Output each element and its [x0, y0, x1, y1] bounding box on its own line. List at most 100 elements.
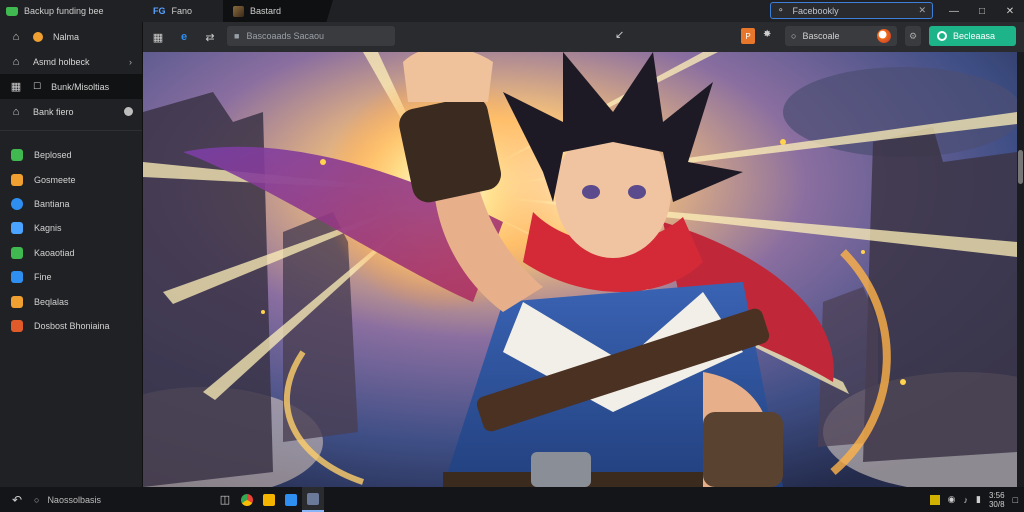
- minimize-icon[interactable]: —: [940, 0, 968, 22]
- app-logo-icon: [6, 6, 18, 16]
- scrollbar[interactable]: [1017, 52, 1024, 487]
- apps-grid-icon[interactable]: ▦: [147, 31, 169, 44]
- chrome-icon[interactable]: [236, 487, 258, 512]
- browser-icon[interactable]: e: [173, 31, 195, 43]
- clear-search-icon[interactable]: ✕: [918, 5, 926, 16]
- start-button-label: Becleaasa: [953, 31, 996, 41]
- lock-icon: ■: [234, 31, 240, 41]
- system-tray: ◉ ♪ ▮ 3:56 30/8 □: [929, 487, 1018, 512]
- game-icon: [11, 319, 23, 332]
- search-icon: ⚬: [777, 5, 785, 15]
- sidebar-item-library[interactable]: ⌂ Asmd holbeck ›: [0, 49, 142, 74]
- app-title-text: Backup funding bee: [24, 6, 104, 16]
- sidebar-game-item[interactable]: Bantiana: [0, 192, 142, 216]
- shuffle-icon[interactable]: ⇄: [199, 31, 221, 44]
- sidebar-game-item[interactable]: Fine: [0, 265, 142, 289]
- search-circle-icon: ○: [34, 494, 40, 505]
- game-label: Dosbost Bhoniaina: [34, 320, 110, 331]
- cursor-icon[interactable]: ↙: [615, 28, 624, 41]
- sidebar-game-item[interactable]: Kaoaotiad: [0, 241, 142, 265]
- game-icon: [11, 295, 23, 308]
- window-controls: — □ ✕: [940, 0, 1024, 22]
- chevron-right-icon: ›: [129, 56, 132, 67]
- sidebar-divider: [0, 130, 142, 131]
- sidebar-item-label: Asmd holbeck: [33, 56, 90, 67]
- game-thumb-icon: [233, 5, 244, 17]
- sidebar-item-home[interactable]: ⌂ Nalma: [0, 24, 142, 49]
- settings-icon[interactable]: ⚙: [905, 26, 921, 46]
- back-icon[interactable]: ↶: [6, 493, 28, 507]
- plugin-badge[interactable]: P: [741, 28, 755, 44]
- battery-icon[interactable]: ▮: [976, 494, 981, 505]
- game-label: Bantiana: [34, 198, 70, 209]
- library-icon: ⌂: [12, 55, 20, 68]
- account-dropdown[interactable]: ○ Bascoale: [785, 26, 897, 46]
- game-icon: [11, 246, 23, 259]
- avatar: [877, 29, 891, 43]
- scrollbar-thumb[interactable]: [1018, 150, 1023, 184]
- sidebar-game-item[interactable]: Dosbost Bhoniaina: [0, 314, 142, 338]
- app-title: Backup funding bee: [0, 6, 143, 16]
- close-icon[interactable]: ✕: [996, 0, 1024, 22]
- account-label: Bascoale: [802, 31, 840, 41]
- launcher-icon[interactable]: [302, 487, 324, 512]
- taskview-icon[interactable]: ◫: [214, 487, 236, 512]
- start-button[interactable]: Becleaasa: [929, 26, 1016, 46]
- tab-game-label: Bastard: [250, 6, 282, 16]
- title-search-input[interactable]: ⚬ Facebookly ✕: [770, 2, 933, 19]
- tab-game[interactable]: Bastard: [223, 0, 333, 22]
- volume-icon[interactable]: ♪: [964, 495, 969, 505]
- game-label: Fine: [34, 272, 52, 283]
- clock-date: 30/8: [988, 499, 1005, 509]
- toolbar: ▦ e ⇄ ■ Bascoaads Sacaou ↙ P ✸ ○ Bascoal…: [143, 22, 1024, 52]
- sidebar-item-label: Bunk/Misoltias: [51, 81, 110, 92]
- hero-illustration: [143, 52, 1017, 487]
- sidebar-game-item[interactable]: Kagnis: [0, 216, 142, 240]
- sidebar-item-label: Nalma: [53, 31, 80, 42]
- taskbar-search-label: Naossolbasis: [47, 494, 101, 505]
- sidebar-item-label: Bank fiero: [33, 106, 74, 117]
- store-icon[interactable]: [280, 487, 302, 512]
- title-bar: Backup funding bee FG Fano Bastard ⚬ Fac…: [0, 0, 1024, 22]
- address-placeholder: Bascoaads Sacaou: [246, 31, 324, 41]
- sidebar-game-item[interactable]: Beqlalas: [0, 289, 142, 313]
- network-icon[interactable]: ◉: [948, 494, 956, 505]
- game-icon: [11, 197, 23, 210]
- game-label: Beplosed: [34, 150, 72, 161]
- sidebar-item-bank[interactable]: ⌂ Bank fiero: [0, 99, 142, 124]
- game-icon: [11, 271, 23, 284]
- game-artwork[interactable]: [143, 52, 1017, 487]
- ring-icon: [937, 31, 947, 41]
- sidebar: ⌂ Nalma ⌂ Asmd holbeck › ▦ ☐ Bunk/Misolt…: [0, 22, 143, 487]
- clock-time: 3:56: [988, 490, 1005, 500]
- tab-home-label: Fano: [171, 6, 193, 16]
- grid-icon: ▦: [10, 81, 22, 93]
- game-label: Gosmeete: [34, 174, 76, 185]
- home-icon: ⌂: [12, 30, 20, 43]
- checkbox-icon: ☐: [33, 81, 42, 91]
- tab-home[interactable]: FG Fano: [143, 0, 223, 22]
- sidebar-game-item[interactable]: Gosmeete: [0, 167, 142, 191]
- sidebar-item-selected[interactable]: ▦ ☐ Bunk/Misoltias: [0, 74, 142, 99]
- address-input[interactable]: ■ Bascoaads Sacaou: [227, 26, 395, 46]
- game-icon: [11, 149, 23, 162]
- extension-icon[interactable]: ✸: [763, 29, 771, 40]
- game-label: Beqlalas: [34, 296, 69, 307]
- sidebar-game-item[interactable]: Beplosed: [0, 143, 142, 167]
- title-search-value: Facebookly: [792, 5, 839, 16]
- clock[interactable]: 3:56 30/8: [989, 491, 1005, 509]
- taskbar-search[interactable]: ○ Naossolbasis: [34, 495, 214, 505]
- game-label: Kagnis: [34, 223, 62, 234]
- status-dot-icon: [124, 107, 133, 116]
- orange-dot-icon: [33, 31, 43, 42]
- folder-icon[interactable]: [258, 487, 280, 512]
- fg-icon: FG: [153, 6, 166, 16]
- game-icon: [11, 222, 23, 235]
- game-label: Kaoaotiad: [34, 247, 75, 258]
- user-icon: ○: [791, 31, 797, 41]
- tray-app-icon[interactable]: [929, 494, 940, 505]
- notification-icon[interactable]: □: [1013, 495, 1018, 505]
- taskbar: ↶ ○ Naossolbasis ◫ ◉ ♪ ▮ 3:56 30/8 □: [0, 487, 1024, 512]
- maximize-icon[interactable]: □: [968, 0, 996, 22]
- game-icon: [11, 173, 23, 186]
